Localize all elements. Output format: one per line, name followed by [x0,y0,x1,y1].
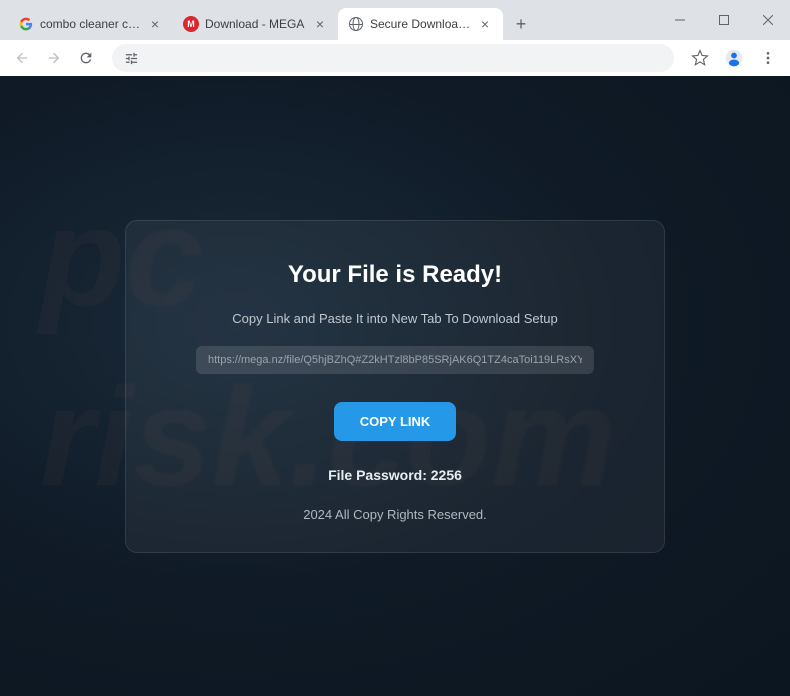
maximize-button[interactable] [702,4,746,36]
close-icon[interactable]: × [312,16,328,32]
reload-button[interactable] [72,44,100,72]
tab-title: Download - MEGA [205,17,308,31]
back-button[interactable] [8,44,36,72]
tab-secure-download[interactable]: Secure Download Storage × [338,8,503,40]
tune-icon [124,51,139,66]
profile-button[interactable] [720,44,748,72]
tab-title: combo cleaner crack 2024 dow [40,17,143,31]
window-controls [658,0,790,40]
tab-mega[interactable]: M Download - MEGA × [173,8,338,40]
card-subtitle: Copy Link and Paste It into New Tab To D… [196,311,594,326]
copy-link-button[interactable]: COPY LINK [334,402,457,441]
toolbar [0,40,790,76]
tab-strip: combo cleaner crack 2024 dow × M Downloa… [0,0,790,40]
close-window-button[interactable] [746,4,790,36]
browser-chrome: combo cleaner crack 2024 dow × M Downloa… [0,0,790,76]
download-card: Your File is Ready! Copy Link and Paste … [125,220,665,553]
menu-button[interactable] [754,44,782,72]
mega-icon: M [183,16,199,32]
minimize-button[interactable] [658,4,702,36]
google-icon [18,16,34,32]
close-icon[interactable]: × [477,16,493,32]
new-tab-button[interactable]: + [507,10,535,38]
address-bar[interactable] [112,44,674,72]
file-password: File Password: 2256 [196,467,594,483]
link-input[interactable] [196,346,594,374]
forward-button[interactable] [40,44,68,72]
copyright-footer: 2024 All Copy Rights Reserved. [196,507,594,522]
tab-google-search[interactable]: combo cleaner crack 2024 dow × [8,8,173,40]
tab-title: Secure Download Storage [370,17,473,31]
close-icon[interactable]: × [147,16,163,32]
bookmark-button[interactable] [686,44,714,72]
globe-icon [348,16,364,32]
card-title: Your File is Ready! [196,261,594,289]
page-content: pc risk.com Your File is Ready! Copy Lin… [0,76,790,696]
